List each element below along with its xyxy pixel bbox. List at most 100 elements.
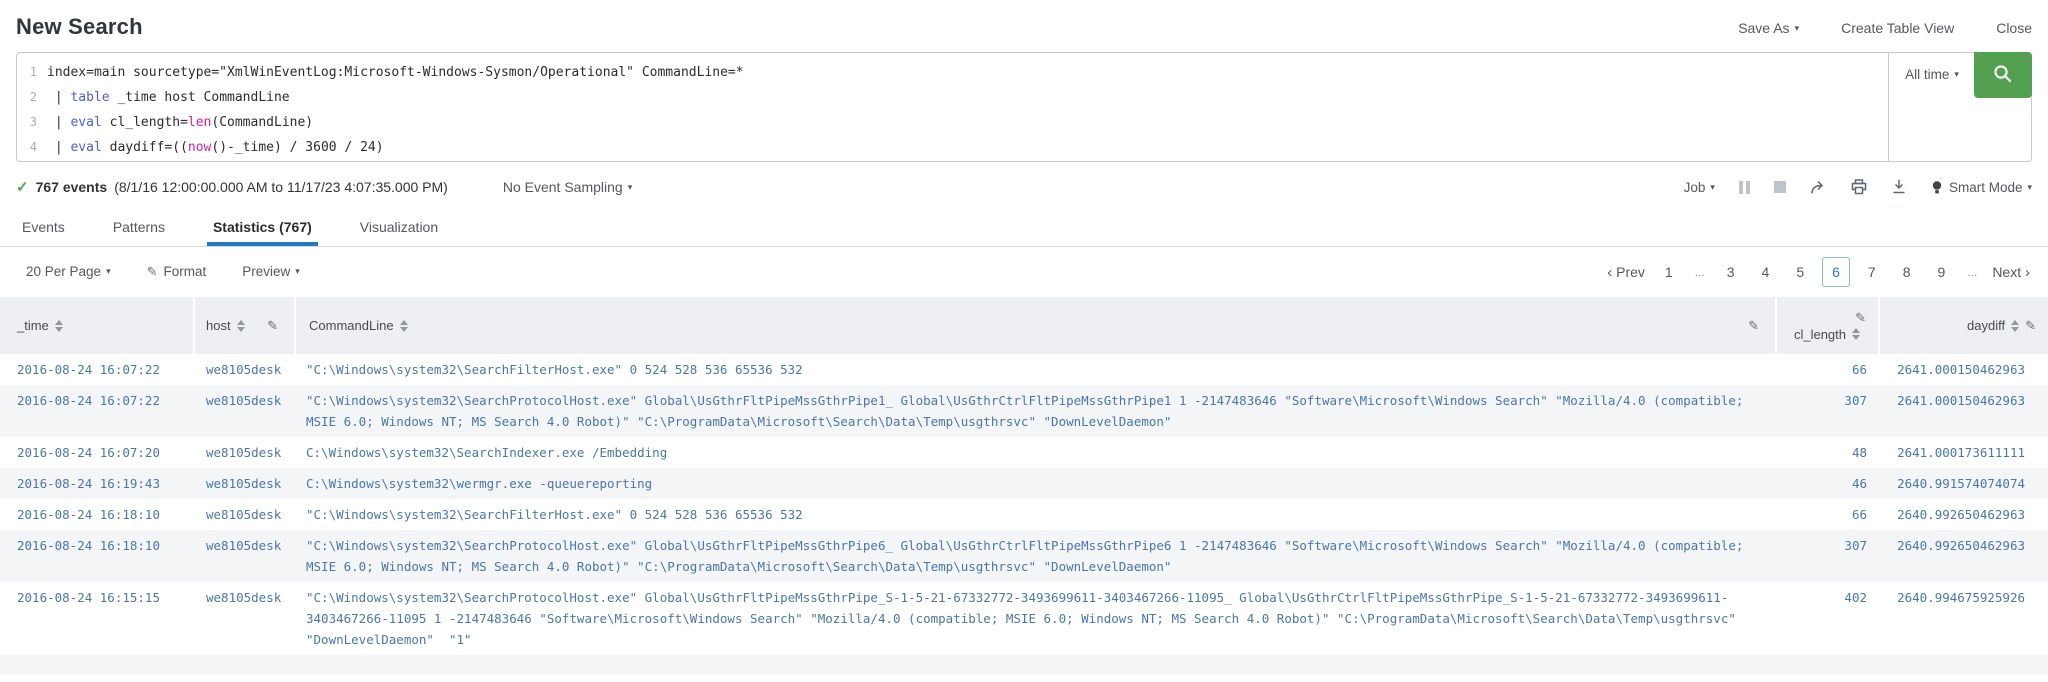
column-header-time[interactable]: _time [0,297,195,354]
edit-column-icon[interactable]: ✎ [1748,318,1759,334]
search-button[interactable] [1974,52,2032,98]
spl-query-editor[interactable]: 1index=main sourcetype="XmlWinEventLog:M… [17,60,1881,160]
cell-daydiff[interactable]: 2640.994675925926 [1880,587,2048,650]
cell-time[interactable]: 2016-08-24 16:07:20 [0,442,195,463]
column-header-commandline[interactable]: CommandLine ✎ [296,297,1777,354]
spl-code-line[interactable]: | eval cl_length=len(CommandLine) [47,110,313,135]
event-count: 767 events [36,179,108,195]
time-range-picker[interactable]: All time▾ [1888,53,1975,161]
tab-events[interactable]: Events [16,210,71,246]
top-bar: New Search Save As▾ Create Table View Cl… [0,0,2048,52]
table-header: _time host ✎ CommandLine ✎ ✎ cl_length d… [0,297,2048,354]
cell-time[interactable]: 2016-08-24 16:07:22 [0,359,195,380]
cell-daydiff[interactable]: 2641.000150462963 [1880,390,2048,432]
print-button[interactable] [1851,179,1867,195]
cell-host[interactable]: we8105desk [195,390,296,432]
cell-time[interactable]: 2016-08-24 16:07:22 [0,390,195,432]
spl-line: 1index=main sourcetype="XmlWinEventLog:M… [17,60,1881,85]
cell-time[interactable]: 2016-08-24 16:15:15 [0,587,195,650]
page-button[interactable]: 8 [1894,258,1920,286]
edit-column-icon[interactable]: ✎ [2025,318,2036,334]
cell-commandline[interactable]: "C:\Windows\system32\SearchProtocolHost.… [296,535,1777,577]
cell-host[interactable]: we8105desk [195,504,296,525]
job-menu[interactable]: Job▾ [1684,180,1715,195]
page-button[interactable]: 4 [1753,258,1779,286]
cell-host[interactable]: we8105desk [195,587,296,650]
column-header-host[interactable]: host ✎ [195,297,296,354]
cell-daydiff[interactable]: 2641.000173611111 [1880,442,2048,463]
cell-commandline[interactable]: "C:\Windows\system32\SearchProtocolHost.… [296,390,1777,432]
cell-cl-length[interactable]: 66 [1777,504,1880,525]
edit-column-icon[interactable]: ✎ [1855,310,1866,326]
cell-time[interactable]: 2016-08-24 16:18:10 [0,504,195,525]
preview-dropdown[interactable]: Preview▾ [242,264,300,280]
cell-cl-length[interactable]: 402 [1777,587,1880,650]
cell-cl-length[interactable]: 46 [1777,473,1880,494]
sort-icon[interactable] [2011,320,2019,332]
caret-down-icon: ▾ [295,266,300,276]
cell-host[interactable]: we8105desk [195,359,296,380]
next-page-button[interactable]: Next › [1990,258,2032,287]
table-body: 2016-08-24 16:07:22we8105desk"C:\Windows… [0,354,2048,674]
page-button[interactable]: 1 [1656,258,1682,286]
table-controls: 20 Per Page▾ ✎Format Preview▾ [26,264,300,280]
cell-cl-length[interactable]: 66 [1777,359,1880,380]
create-table-view-button[interactable]: Create Table View [1841,20,1954,36]
prev-page-button[interactable]: ‹ Prev [1605,258,1647,287]
format-button[interactable]: ✎Format [147,264,207,280]
cell-host[interactable]: we8105desk [195,473,296,494]
pagination: ‹ Prev 1...3456789... Next › [1605,257,2032,287]
export-button[interactable] [1891,179,1907,195]
tab-patterns[interactable]: Patterns [107,210,171,246]
page-button[interactable]: 5 [1787,258,1813,286]
cell-daydiff[interactable]: 2641.000150462963 [1880,359,2048,380]
spl-line: 2 | table _time host CommandLine [17,85,1881,110]
cell-cl-length[interactable]: 307 [1777,535,1880,577]
close-button[interactable]: Close [1996,20,2032,36]
cell-commandline[interactable]: "C:\Windows\system32\SearchFilterHost.ex… [296,504,1777,525]
tab-visualization[interactable]: Visualization [354,210,444,246]
spl-code-line[interactable]: | eval daydiff=((now()-_time) / 3600 / 2… [47,135,384,160]
search-bar[interactable]: 1index=main sourcetype="XmlWinEventLog:M… [16,52,2032,162]
cell-time[interactable]: 2016-08-24 16:18:10 [0,535,195,577]
spl-code-line[interactable]: | table _time host CommandLine [47,85,290,110]
column-header-daydiff[interactable]: daydiff ✎ [1880,297,2048,354]
page-button[interactable]: 7 [1859,258,1885,286]
spl-code-line[interactable]: index=main sourcetype="XmlWinEventLog:Mi… [47,60,744,85]
search-mode-dropdown[interactable]: Smart Mode▾ [1931,180,2032,195]
cell-commandline[interactable]: "C:\Windows\system32\SearchProtocolHost.… [296,587,1777,650]
stop-button[interactable] [1774,181,1786,193]
cell-commandline[interactable]: C:\Windows\system32\wermgr.exe -queuerep… [296,473,1777,494]
sort-icon[interactable] [400,320,408,332]
save-as-button[interactable]: Save As▾ [1738,20,1799,36]
page-button[interactable]: 3 [1718,258,1744,286]
search-icon [1992,63,2014,88]
edit-column-icon[interactable]: ✎ [267,318,278,334]
page-list: 1...3456789... [1656,257,1981,287]
share-button[interactable] [1810,180,1827,195]
cell-daydiff[interactable]: 2640.991574074074 [1880,473,2048,494]
pause-button[interactable] [1739,181,1750,194]
page-button[interactable]: 9 [1929,258,1955,286]
sort-icon[interactable] [237,320,245,332]
cell-cl-length[interactable]: 307 [1777,390,1880,432]
cell-cl-length[interactable]: 48 [1777,442,1880,463]
sort-icon[interactable] [55,320,63,332]
sort-icon[interactable] [1852,328,1860,340]
event-sampling-dropdown[interactable]: No Event Sampling▾ [503,179,632,195]
cell-host[interactable]: we8105desk [195,535,296,577]
cell-time[interactable]: 2016-08-24 16:19:43 [0,473,195,494]
current-page-button[interactable]: 6 [1822,257,1850,287]
cell-daydiff[interactable]: 2640.992650462963 [1880,504,2048,525]
cell-commandline[interactable]: "C:\Windows\system32\SearchFilterHost.ex… [296,359,1777,380]
table-row: 2016-08-24 16:07:20we8105deskC:\Windows\… [0,437,2048,468]
tab-statistics-767[interactable]: Statistics (767) [207,210,318,246]
cell-commandline[interactable]: C:\Windows\system32\SearchIndexer.exe /E… [296,442,1777,463]
column-header-cl-length[interactable]: ✎ cl_length [1777,297,1880,354]
lightbulb-icon [1931,180,1943,195]
caret-down-icon: ▾ [1795,23,1800,33]
download-icon [1891,179,1907,195]
cell-host[interactable]: we8105desk [195,442,296,463]
per-page-dropdown[interactable]: 20 Per Page▾ [26,264,111,280]
cell-daydiff[interactable]: 2640.992650462963 [1880,535,2048,577]
